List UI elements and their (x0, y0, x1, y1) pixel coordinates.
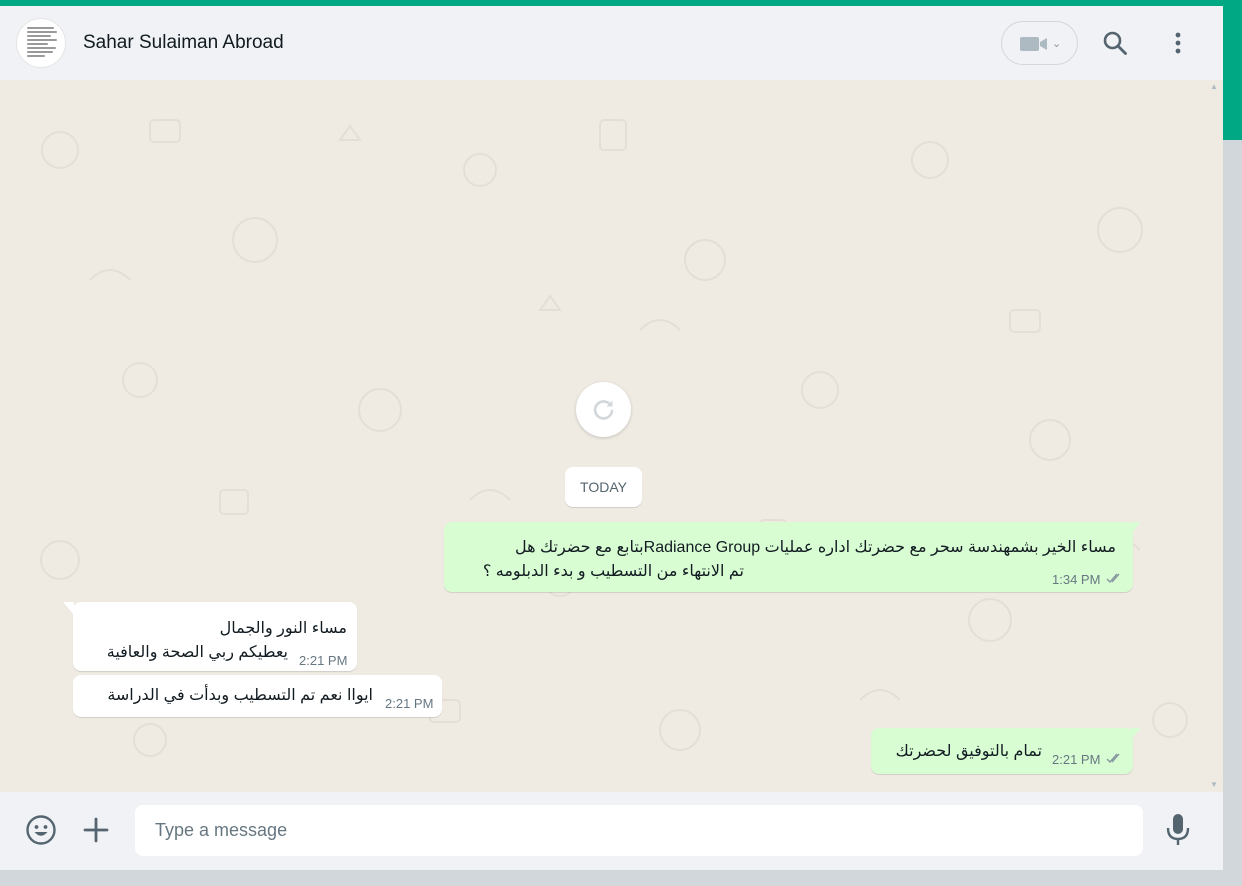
message-text: مساء الخير بشمهندسة سحر مع حضرتك اداره ع… (515, 539, 1116, 556)
bubble-tail (1130, 522, 1141, 535)
message-text: تم الانتهاء من التسطيب و بدء الدبلومه ؟ (482, 563, 744, 580)
message-time: 1:34 PM (1052, 572, 1101, 587)
load-older-messages-button[interactable] (576, 382, 631, 437)
read-ticks-icon (1106, 573, 1120, 584)
bubble-tail (63, 602, 74, 615)
chevron-down-icon: ⌄ (1052, 38, 1062, 50)
message-composer (0, 792, 1223, 870)
message-time: 2:21 PM (1052, 752, 1101, 767)
contact-name[interactable]: Sahar Sulaiman Abroad (83, 31, 284, 55)
contact-avatar[interactable] (16, 18, 66, 68)
video-camera-icon (1020, 37, 1047, 51)
message-incoming[interactable]: مساء النور والجمال يعطيكم ربي الصحة والع… (63, 602, 357, 671)
read-ticks-icon (1106, 753, 1120, 764)
refresh-icon (593, 400, 614, 420)
message-outgoing[interactable]: مساء الخير بشمهندسة سحر مع حضرتك اداره ع… (444, 522, 1141, 592)
message-text: مساء النور والجمال (219, 620, 347, 637)
message-outgoing[interactable]: تمام بالتوفيق لحضرتك 2:21 PM (871, 728, 1141, 774)
search-icon[interactable] (1102, 30, 1128, 56)
avatar-document-thumbnail (27, 25, 57, 63)
message-time: 2:21 PM (385, 696, 434, 711)
message-incoming[interactable]: ايواا نعم تم التسطيب وبدأت في الدراسة 2:… (73, 675, 442, 717)
video-call-button[interactable]: ⌄ (1001, 21, 1078, 65)
chat-header: Sahar Sulaiman Abroad ⌄ (0, 6, 1223, 80)
right-accent-strip (1223, 6, 1242, 140)
message-text: ايواا نعم تم التسطيب وبدأت في الدراسة (107, 687, 373, 704)
message-text: يعطيكم ربي الصحة والعافية (106, 644, 288, 661)
window-right-edge (1223, 6, 1242, 886)
microphone-icon[interactable] (1164, 812, 1192, 848)
scroll-up-arrow[interactable]: ▲ (1210, 82, 1218, 91)
emoji-icon[interactable] (25, 814, 57, 846)
bubble-tail (1130, 728, 1141, 741)
message-text: تمام بالتوفيق لحضرتك (895, 743, 1042, 760)
message-input[interactable] (135, 805, 1143, 856)
more-vertical-icon[interactable] (1166, 28, 1190, 58)
message-time: 2:21 PM (299, 653, 348, 668)
date-separator: TODAY (565, 467, 642, 507)
scroll-down-arrow[interactable]: ▼ (1210, 780, 1218, 789)
plus-icon[interactable] (82, 816, 110, 844)
message-list[interactable]: ▲ ▼ TODAY مساء الخير بشمهندسة سحر مع حضر… (0, 80, 1223, 792)
chat-window: Sahar Sulaiman Abroad ⌄ ▲ ▼ TODAY مساء ا… (0, 6, 1223, 870)
